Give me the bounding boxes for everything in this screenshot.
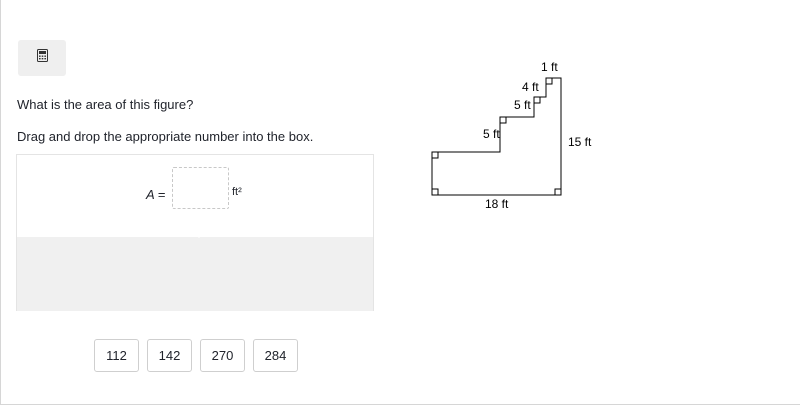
equation-unit: ft² bbox=[232, 186, 242, 198]
label-top: 1 ft bbox=[541, 60, 558, 74]
equation-equals: = bbox=[157, 187, 166, 202]
label-step-upper-horizontal: 5 ft bbox=[514, 98, 531, 112]
question-prompt: What is the area of this figure? bbox=[17, 97, 194, 112]
label-step-upper-vertical: 4 ft bbox=[522, 80, 539, 94]
choice-tile[interactable]: 284 bbox=[253, 339, 298, 372]
equation-area: A = ft² bbox=[17, 155, 373, 237]
equation-label: A = bbox=[146, 187, 165, 202]
equation-variable: A bbox=[146, 187, 155, 202]
choice-tile[interactable]: 142 bbox=[147, 339, 192, 372]
right-angle-mark bbox=[432, 188, 439, 195]
choices-tray: 112 142 270 284 bbox=[17, 237, 373, 372]
tray-pointer bbox=[190, 229, 208, 238]
choice-tiles: 112 142 270 284 bbox=[94, 339, 298, 372]
right-angle-mark bbox=[546, 78, 553, 85]
label-bottom: 18 ft bbox=[485, 197, 509, 211]
calculator-button[interactable] bbox=[18, 40, 66, 76]
answer-panel: A = ft² 112 142 270 284 bbox=[16, 154, 374, 372]
label-right-side: 15 ft bbox=[568, 135, 592, 149]
right-angle-mark bbox=[534, 97, 541, 104]
question-instruction: Drag and drop the appropriate number int… bbox=[17, 129, 314, 144]
choice-tile[interactable]: 270 bbox=[200, 339, 245, 372]
calculator-icon bbox=[36, 49, 48, 67]
right-angle-mark bbox=[554, 188, 561, 195]
choice-tile[interactable]: 112 bbox=[94, 339, 139, 372]
right-angle-mark bbox=[500, 117, 507, 124]
label-step-lower-vertical: 5 ft bbox=[483, 127, 500, 141]
staircase-figure: 1 ft 4 ft 5 ft 5 ft 15 ft 18 ft bbox=[431, 60, 592, 211]
answer-drop-box[interactable] bbox=[172, 167, 229, 209]
right-angle-mark bbox=[432, 152, 439, 159]
